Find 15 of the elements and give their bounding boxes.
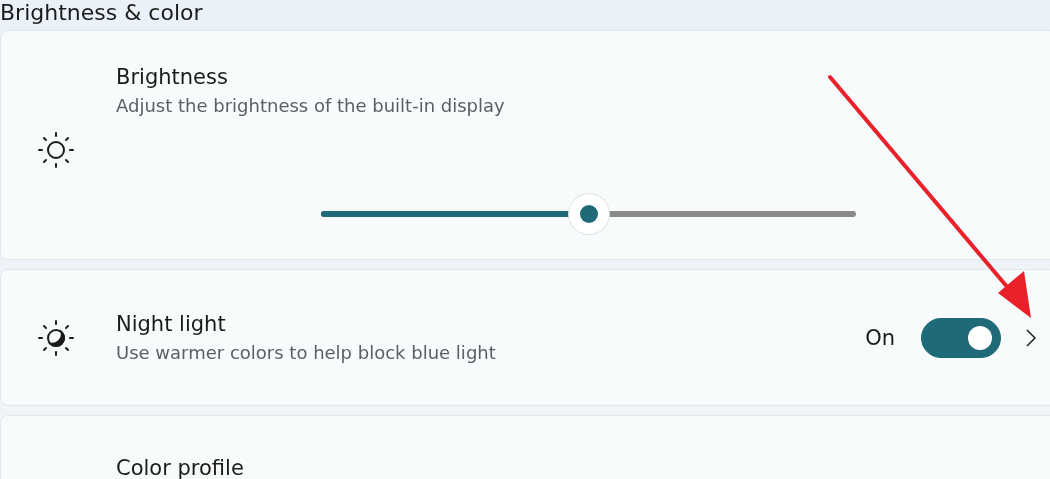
toggle-state-label: On	[865, 325, 895, 350]
setting-description: Adjust the brightness of the built-in display	[116, 94, 506, 118]
section-heading: Brightness & color	[0, 0, 203, 26]
sun-icon	[36, 130, 76, 170]
toggle-switch[interactable]	[921, 317, 1001, 358]
setting-description: Use warmer colors to help block blue light	[116, 340, 497, 365]
setting-title: Color profile	[116, 455, 245, 479]
brightness-slider[interactable]	[321, 194, 856, 234]
setting-title: Night light	[116, 310, 227, 338]
color-profile-card[interactable]: Color profile	[0, 415, 1050, 479]
setting-title: Brightness	[116, 64, 229, 91]
half-sun-icon	[36, 317, 76, 358]
slider-thumb[interactable]	[568, 194, 609, 234]
chevron-right-icon[interactable]	[1026, 328, 1036, 347]
night-light-card[interactable]: Night light Use warmer colors to help block blue light On	[0, 269, 1050, 406]
